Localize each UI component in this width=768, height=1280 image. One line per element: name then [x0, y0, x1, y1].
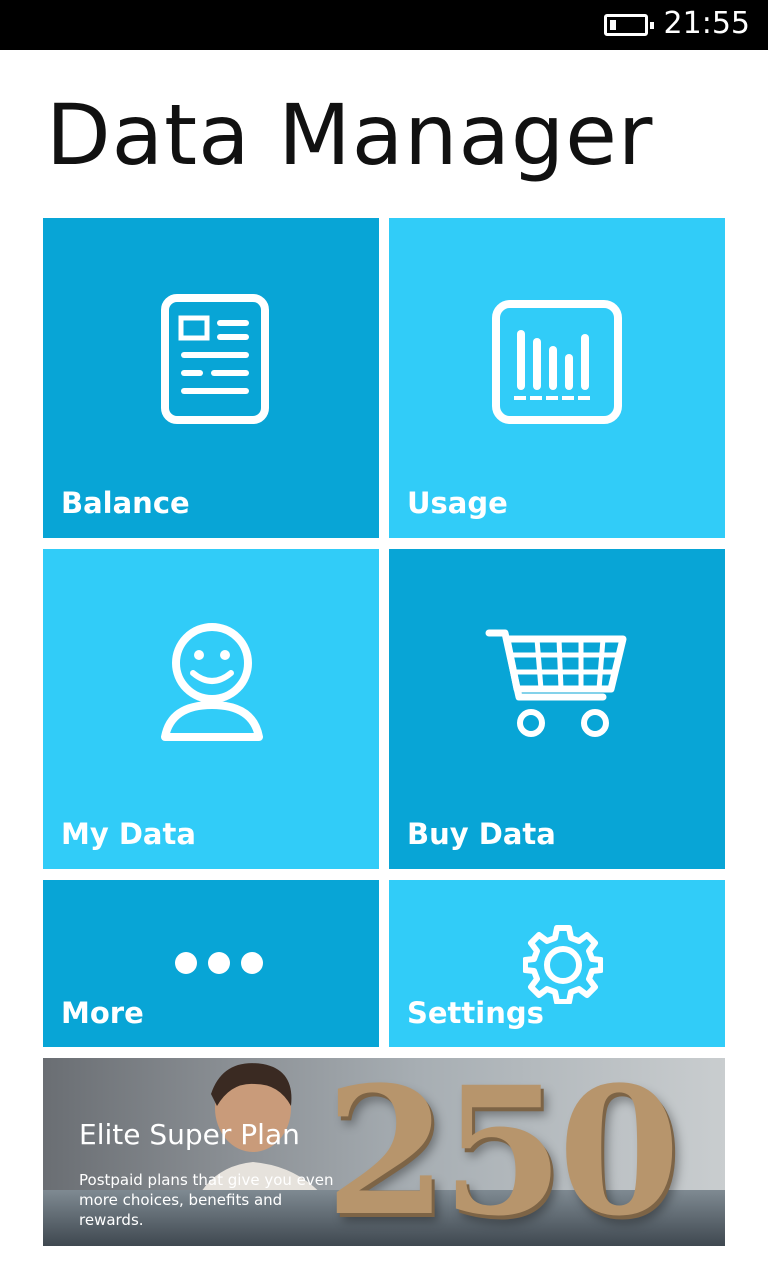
- tile-more[interactable]: More: [43, 880, 379, 1047]
- promo-banner[interactable]: 250 Elite Super Plan Postpaid plans that…: [43, 1058, 725, 1246]
- banner-description: Postpaid plans that give you even more c…: [79, 1171, 334, 1229]
- bar-chart-icon: [492, 300, 622, 424]
- status-bar: 21:55: [0, 0, 768, 50]
- battery-icon: [604, 14, 654, 36]
- tile-label: More: [61, 996, 144, 1030]
- page-title: Data Manager: [46, 86, 654, 184]
- tile-label: Settings: [407, 996, 544, 1030]
- tile-label: Balance: [61, 486, 190, 520]
- document-list-icon: [161, 294, 269, 424]
- shopping-cart-icon: [485, 629, 627, 737]
- banner-title: Elite Super Plan: [79, 1118, 300, 1151]
- gear-icon: [523, 925, 603, 1004]
- tile-balance[interactable]: Balance: [43, 218, 379, 538]
- tile-label: Usage: [407, 486, 508, 520]
- tile-label: My Data: [61, 817, 196, 851]
- tile-my-data[interactable]: My Data: [43, 549, 379, 869]
- promo-number: 250: [325, 1058, 680, 1246]
- tile-usage[interactable]: Usage: [389, 218, 725, 538]
- tile-settings[interactable]: Settings: [389, 880, 725, 1047]
- tile-label: Buy Data: [407, 817, 556, 851]
- status-time: 21:55: [663, 6, 750, 41]
- user-profile-icon: [161, 623, 263, 741]
- more-dots-icon: [175, 952, 263, 974]
- tile-buy-data[interactable]: Buy Data: [389, 549, 725, 869]
